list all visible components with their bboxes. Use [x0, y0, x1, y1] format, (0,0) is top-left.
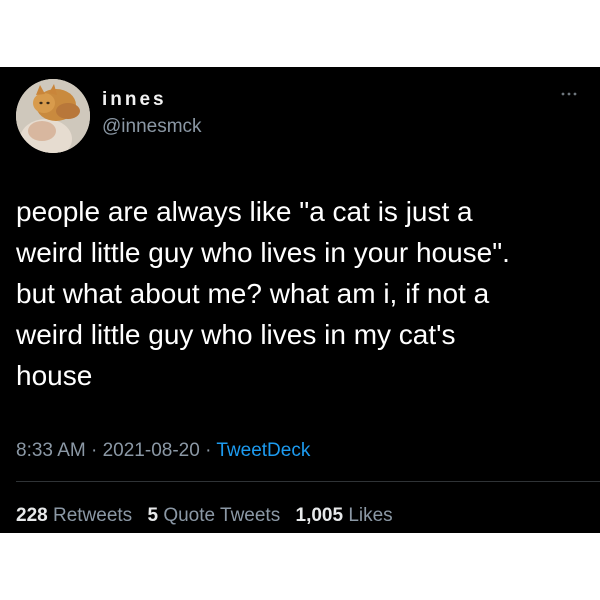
tweet-time[interactable]: 8:33 AM — [16, 440, 86, 461]
tweet-text: people are always like "a cat is just a … — [16, 196, 510, 391]
likes-count: 1,005 — [295, 505, 344, 526]
tweet-header: innes @innesmck — [16, 79, 202, 153]
meta-separator: · — [205, 440, 212, 461]
display-name[interactable]: innes — [102, 89, 202, 111]
meta-separator: · — [91, 440, 98, 461]
tweet-source-link[interactable]: TweetDeck — [216, 440, 310, 461]
tweet-date[interactable]: 2021-08-20 — [103, 440, 200, 461]
avatar[interactable] — [16, 79, 90, 153]
likes-label: Likes — [348, 505, 393, 526]
divider — [16, 481, 600, 482]
retweets-count: 228 — [16, 505, 48, 526]
tweet-card: innes @innesmck people are always like "… — [0, 67, 600, 533]
quote-tweets-count: 5 — [147, 505, 159, 526]
user-handle[interactable]: @innesmck — [102, 116, 202, 138]
tweet-stats: 228 Retweets 5 Quote Tweets 1,005 Likes — [16, 505, 403, 527]
avatar-image — [16, 79, 90, 153]
quote-tweets-label: Quote Tweets — [163, 505, 281, 526]
retweets-label: Retweets — [52, 505, 133, 526]
retweets-stat[interactable]: 228 Retweets — [16, 505, 132, 526]
tweet-metadata: 8:33 AM · 2021-08-20 · TweetDeck — [16, 440, 310, 462]
quote-tweets-stat[interactable]: 5 Quote Tweets — [147, 505, 280, 526]
likes-stat[interactable]: 1,005 Likes — [296, 505, 393, 526]
more-dots-icon[interactable] — [560, 85, 578, 100]
tweet-author: innes @innesmck — [102, 89, 202, 138]
